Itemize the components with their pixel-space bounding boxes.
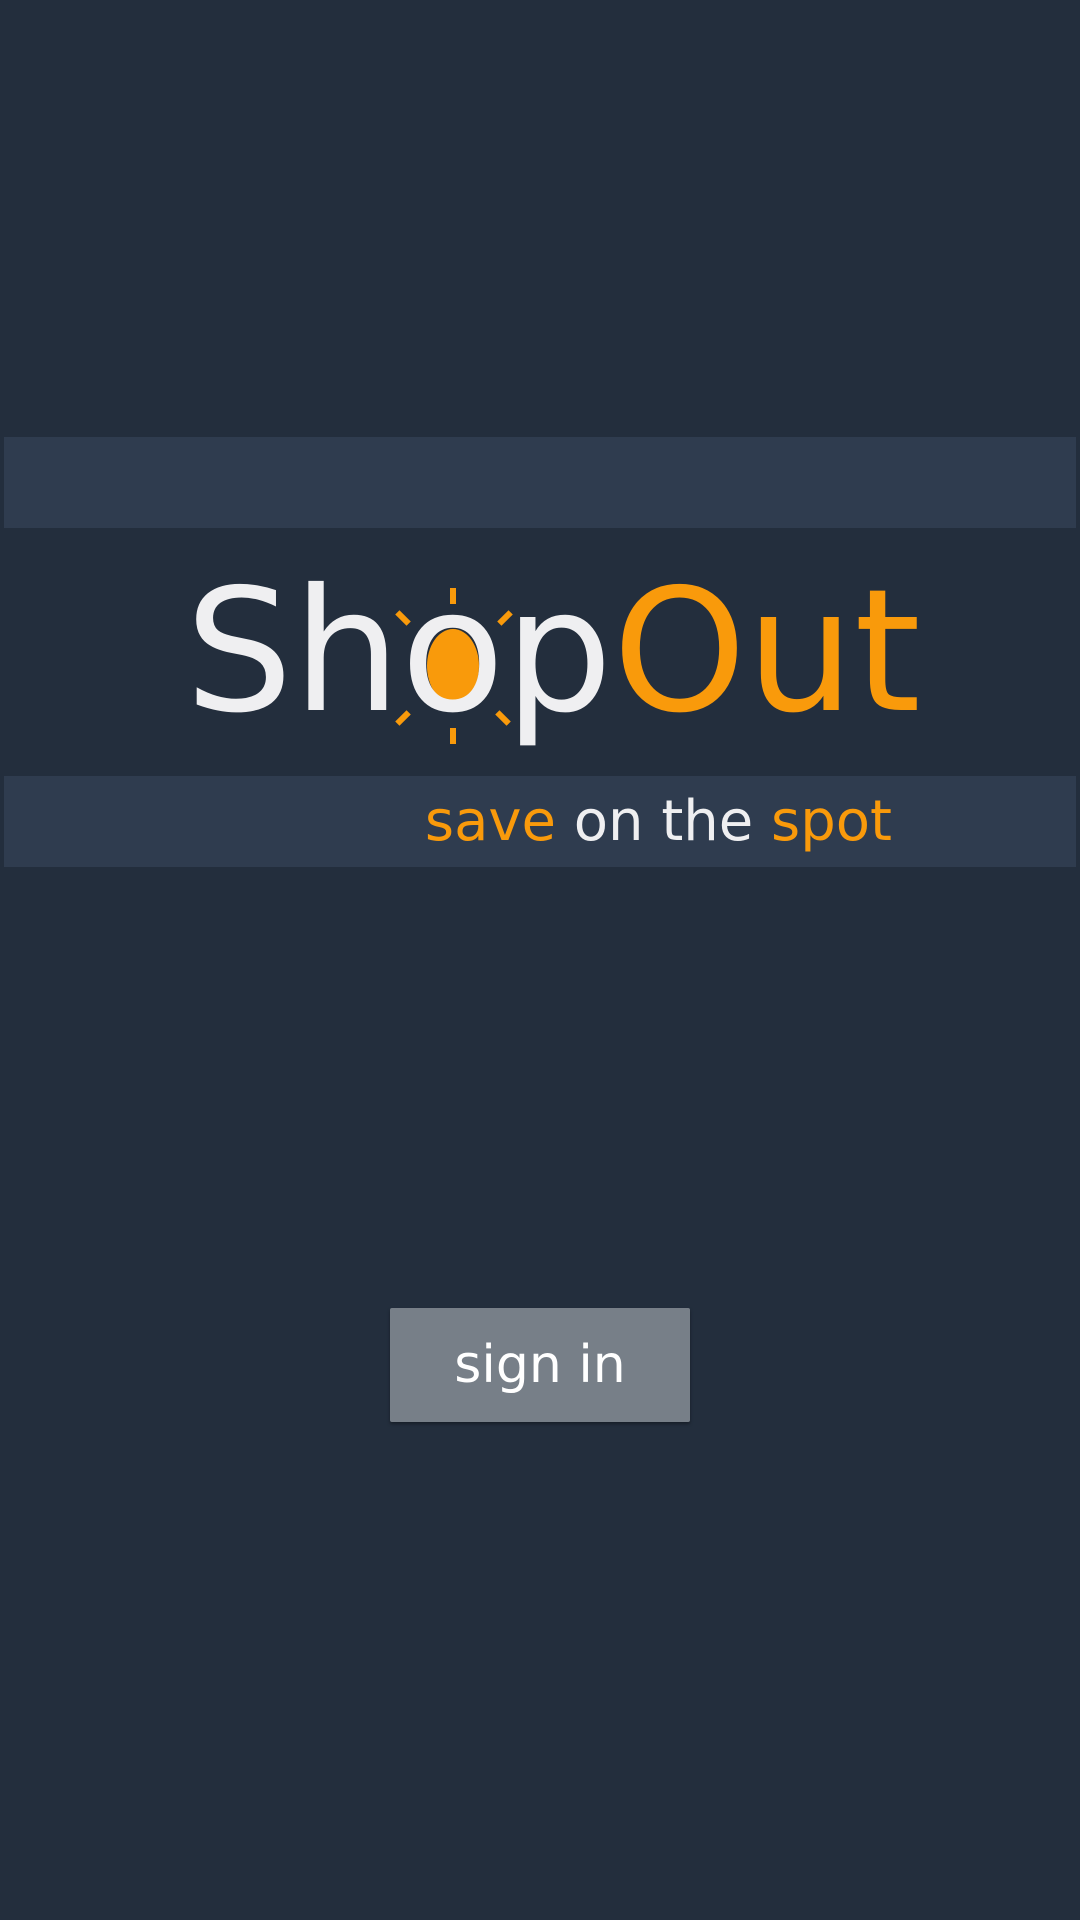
tagline-on-the: on the (555, 789, 772, 854)
tagline-spot: spot (771, 789, 892, 854)
app-logo: Sh o p Out (185, 552, 921, 752)
sun-burst-icon: o (394, 567, 513, 744)
logo-text-out: Out (612, 553, 921, 751)
sign-in-button[interactable]: sign in (390, 1308, 690, 1422)
tagline: save on the spot (425, 776, 892, 867)
header-band (4, 437, 1076, 528)
logo-text-p: p (504, 553, 613, 751)
sign-in-label: sign in (454, 1335, 626, 1395)
tagline-save: save (424, 789, 556, 854)
logo-text-sh: Sh (185, 553, 401, 751)
logo-text-o: o (400, 553, 505, 751)
